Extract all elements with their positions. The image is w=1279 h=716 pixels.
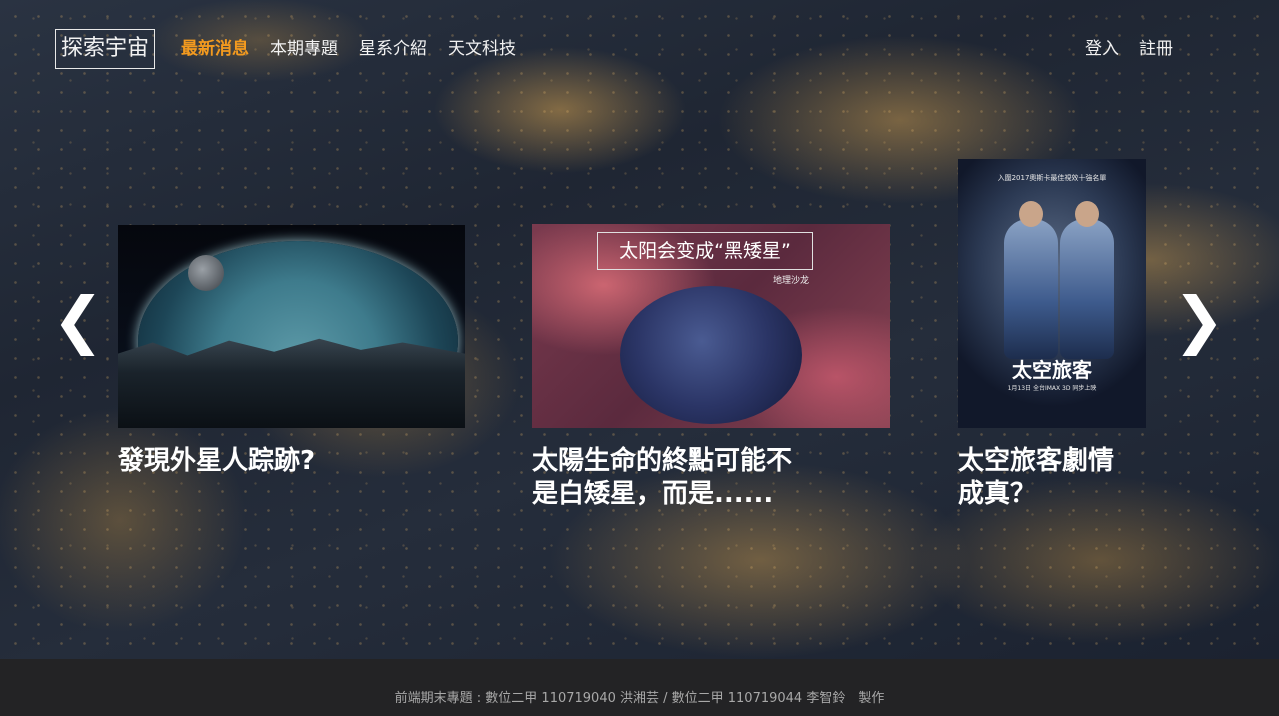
top-nav: 探索宇宙 最新消息 本期專題 星系介紹 天文科技 登入 註冊 xyxy=(0,0,1279,100)
footer-credits: 前端期末專題 : 數位二甲 110719040 洪湘芸 / 數位二甲 11071… xyxy=(394,691,885,706)
footer: 前端期末專題 : 數位二甲 110719040 洪湘芸 / 數位二甲 11071… xyxy=(0,659,1279,716)
card-title[interactable]: 太空旅客劇情 成真？ xyxy=(958,445,1148,511)
terrain-graphic xyxy=(118,338,465,428)
astronaut-graphic xyxy=(1060,219,1114,359)
astronaut-graphic xyxy=(1004,219,1058,359)
site-logo[interactable]: 探索宇宙 xyxy=(55,29,155,69)
card-title[interactable]: 發現外星人踪跡? xyxy=(118,445,465,478)
nav-link-astro-tech[interactable]: 天文科技 xyxy=(448,37,516,61)
nav-link-latest-news[interactable]: 最新消息 xyxy=(181,37,249,61)
nav-link-feature[interactable]: 本期專題 xyxy=(270,37,338,61)
poster-release-date: 1月13日 全台IMAX 3D 同步上映 xyxy=(1007,385,1097,392)
astronaut-head-graphic xyxy=(1019,201,1043,227)
card-image-movie-poster[interactable]: 入圍2017奧斯卡最佳視效十強名單 太空旅客 1月13日 全台IMAX 3D 同… xyxy=(958,159,1146,428)
planet-graphic xyxy=(620,286,802,424)
chevron-left-icon[interactable]: ❮ xyxy=(52,289,104,354)
news-card-3[interactable]: 入圍2017奧斯卡最佳視效十強名單 太空旅客 1月13日 全台IMAX 3D 同… xyxy=(958,159,1148,514)
register-link[interactable]: 註冊 xyxy=(1139,37,1173,61)
card-title[interactable]: 太陽生命的終點可能不 是白矮星，而是...... xyxy=(532,445,890,511)
card-title-line-2: 成真？ xyxy=(958,479,1037,509)
card-title-text: 發現外星人踪跡? xyxy=(118,446,316,476)
card-title-line-1: 太陽生命的終點可能不 xyxy=(532,446,793,476)
card-image-black-dwarf[interactable]: 太阳会变成“黑矮星” 地理沙龙 xyxy=(532,224,890,428)
card-image-planet-horizon[interactable] xyxy=(118,225,465,428)
poster-title: 太空旅客 xyxy=(1012,358,1092,382)
auth-links: 登入 註冊 xyxy=(1085,37,1173,61)
login-link[interactable]: 登入 xyxy=(1085,37,1119,61)
chevron-right-icon[interactable]: ❯ xyxy=(1173,289,1225,354)
news-card-2[interactable]: 太阳会变成“黑矮星” 地理沙龙 太陽生命的終點可能不 是白矮星，而是...... xyxy=(532,224,890,514)
nav-links: 最新消息 本期專題 星系介紹 天文科技 xyxy=(181,37,516,61)
nav-link-galaxies[interactable]: 星系介紹 xyxy=(359,37,427,61)
card-title-line-2: 是白矮星，而是...... xyxy=(532,479,774,509)
image-caption: 太阳会变成“黑矮星” xyxy=(597,232,813,270)
news-card-1[interactable]: 發現外星人踪跡? xyxy=(118,225,465,485)
card-title-line-1: 太空旅客劇情 xyxy=(958,446,1115,476)
image-source-label: 地理沙龙 xyxy=(773,276,810,286)
poster-tagline: 入圍2017奧斯卡最佳視效十強名單 xyxy=(997,174,1107,182)
astronaut-head-graphic xyxy=(1075,201,1099,227)
moon-graphic xyxy=(188,255,224,291)
